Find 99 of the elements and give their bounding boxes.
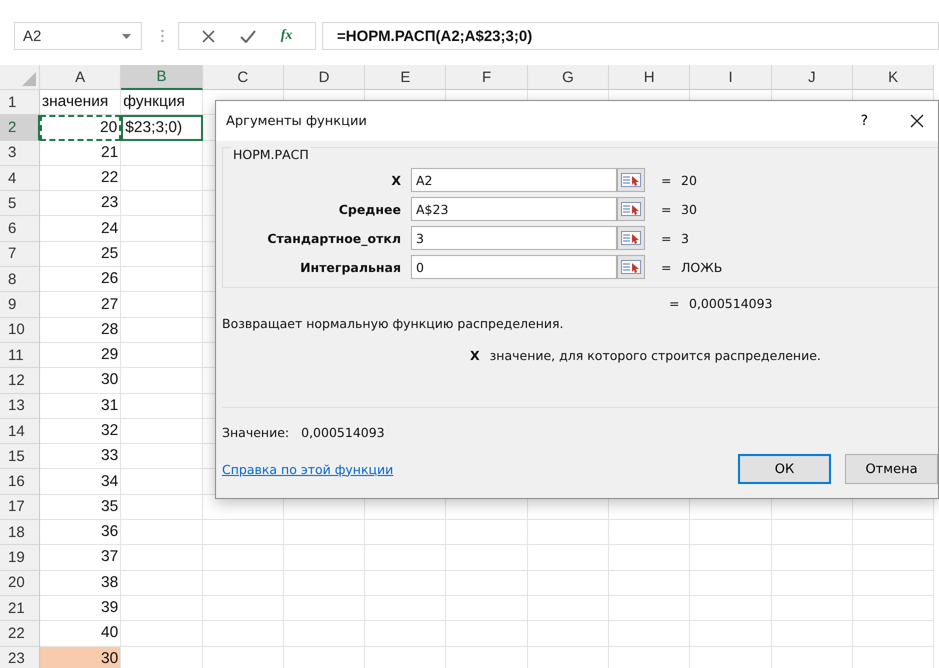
argument-field[interactable]: A2 [411, 168, 617, 192]
table-cell: 35 [40, 494, 122, 520]
table-cell: 30 [40, 646, 122, 668]
equals-sign: = [669, 296, 680, 310]
table-cell: 29 [40, 342, 122, 368]
row-header[interactable]: 16 [0, 469, 40, 495]
collapse-dialog-button[interactable] [617, 255, 645, 279]
column-header[interactable]: F [446, 65, 528, 90]
equals-sign: = [661, 172, 672, 188]
row-header[interactable]: 14 [0, 418, 40, 444]
table-cell: значения [40, 90, 122, 116]
row-header[interactable]: 23 [0, 646, 40, 668]
argument-label: X [390, 172, 402, 188]
table-cell: 38 [40, 570, 122, 596]
equals-sign: = [661, 230, 672, 246]
column-header[interactable]: D [284, 65, 366, 90]
collapse-dialog-button[interactable] [617, 226, 645, 250]
function-name: НОРМ.РАСП [231, 147, 311, 162]
table-cell: 30 [40, 368, 122, 394]
row-header[interactable]: 8 [0, 267, 40, 292]
row-header[interactable]: 1 [0, 90, 40, 116]
table-cell: 26 [40, 267, 122, 292]
argument-field[interactable]: 0 [411, 255, 617, 279]
equals-sign: = [661, 260, 672, 274]
table-cell: 34 [40, 469, 122, 495]
row-header[interactable]: 6 [0, 216, 40, 242]
name-box[interactable]: A2 [14, 22, 142, 50]
table-cell: 20 [40, 115, 122, 141]
table-cell: 25 [40, 242, 122, 268]
formula-result: 0,000514093 [689, 296, 773, 310]
grip-icon [161, 29, 164, 43]
table-cell: функция [121, 90, 203, 116]
collapse-dialog-button[interactable] [617, 197, 645, 221]
row-header[interactable]: 13 [0, 394, 40, 419]
argument-name: X [470, 348, 480, 363]
column-header[interactable]: J [772, 65, 853, 90]
table-cell: 32 [40, 418, 122, 444]
row-header[interactable]: 15 [0, 444, 40, 470]
table-cell: 24 [40, 216, 122, 242]
row-header[interactable]: 10 [0, 318, 40, 343]
table-cell: 36 [40, 520, 122, 546]
checkmark-icon[interactable] [240, 30, 256, 42]
value-result: 0,000514093 [301, 425, 385, 440]
insert-function-button[interactable]: fx [280, 28, 292, 44]
row-header[interactable]: 22 [0, 621, 40, 647]
column-header[interactable]: E [365, 65, 446, 90]
close-icon[interactable] [910, 114, 924, 128]
row-header[interactable]: 18 [0, 520, 40, 546]
row-header[interactable]: 3 [0, 140, 40, 166]
value-label: Значение: [222, 425, 290, 440]
row-header[interactable]: 17 [0, 494, 40, 520]
row-header[interactable]: 12 [0, 368, 40, 394]
argument-result: 20 [681, 172, 697, 188]
function-description: Возвращает нормальную функцию распределения. [222, 316, 564, 331]
ok-button[interactable]: ОК [738, 454, 831, 484]
cancel-button[interactable]: Отмена [845, 454, 938, 484]
argument-result: 3 [681, 230, 689, 246]
argument-field[interactable]: 3 [411, 226, 617, 250]
table-cell: 22 [40, 166, 122, 192]
row-header[interactable]: 21 [0, 596, 40, 622]
argument-label: Интегральная [299, 260, 402, 274]
equals-sign: = [661, 202, 672, 216]
table-cell: 21 [40, 140, 122, 166]
table-cell: 37 [40, 545, 122, 571]
row-header[interactable]: 5 [0, 191, 40, 216]
argument-description: значение, для которого строится распределение. [490, 348, 821, 363]
column-header[interactable]: C [202, 65, 284, 90]
column-header[interactable]: I [690, 65, 772, 90]
column-header[interactable]: H [609, 65, 690, 90]
column-header[interactable]: A [40, 65, 122, 90]
formula-field[interactable]: =НОРМ.РАСП(A2;A$23;3;0) [322, 22, 939, 50]
caret-icon [122, 34, 131, 38]
row-header[interactable]: 9 [0, 292, 40, 318]
table-cell: $23;3;0) [121, 115, 203, 141]
row-header[interactable]: 20 [0, 570, 40, 596]
argument-result: 30 [681, 202, 697, 216]
table-cell: 33 [40, 444, 122, 470]
row-header[interactable]: 7 [0, 242, 40, 268]
row-header[interactable]: 19 [0, 545, 40, 571]
cancel-icon[interactable] [202, 30, 215, 42]
argument-field[interactable]: A$23 [411, 197, 617, 221]
table-cell: 39 [40, 596, 122, 622]
table-cell: 27 [40, 292, 122, 318]
dialog-title: Аргументы функции [226, 114, 368, 128]
help-link[interactable]: Справка по этой функции [222, 462, 394, 476]
column-header[interactable]: K [852, 65, 934, 90]
argument-label: Среднее [338, 202, 402, 216]
table-cell: 28 [40, 318, 122, 343]
column-header[interactable]: B [121, 65, 203, 90]
row-header[interactable]: 11 [0, 342, 40, 368]
row-header[interactable]: 2 [0, 115, 40, 141]
help-button[interactable]: ? [856, 113, 872, 129]
table-cell: 31 [40, 394, 122, 419]
argument-label: Стандартное_откл [266, 230, 402, 246]
row-header[interactable]: 4 [0, 166, 40, 192]
argument-result: ЛОЖЬ [681, 260, 722, 274]
column-header[interactable]: G [528, 65, 610, 90]
collapse-dialog-button[interactable] [617, 168, 645, 192]
table-cell: 23 [40, 191, 122, 216]
